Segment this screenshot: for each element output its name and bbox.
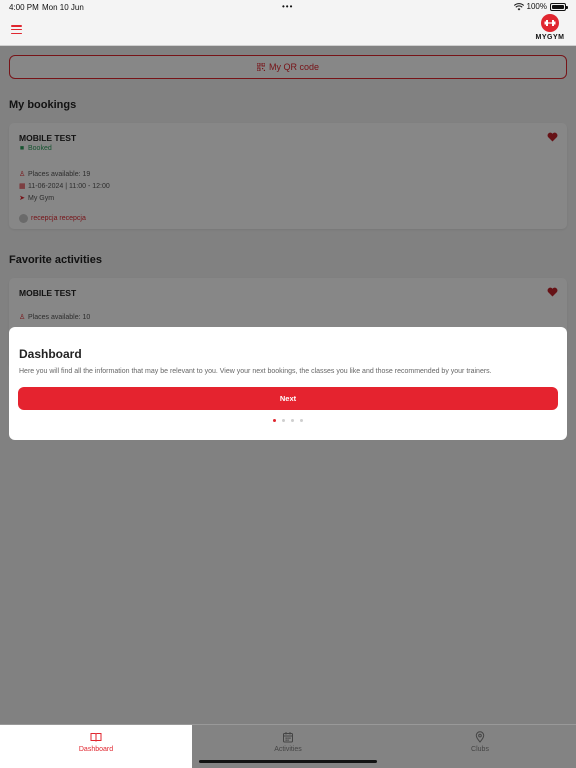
tab-activities-label: Activities: [274, 746, 302, 753]
tutorial-description: Here you will find all the information t…: [19, 368, 492, 375]
status-date: Mon 10 Jun: [42, 3, 84, 12]
pager-dot: [291, 419, 294, 422]
calendar-icon: [283, 732, 293, 743]
app-header: MYGYM: [0, 14, 576, 46]
status-bar: 4:00 PM Mon 10 Jun ••• 100%: [0, 0, 576, 14]
status-time: 4:00 PM: [9, 3, 39, 12]
app-logo: MYGYM: [534, 14, 566, 41]
multitasking-dots-icon[interactable]: •••: [282, 2, 293, 11]
tab-dashboard[interactable]: Dashboard: [0, 725, 192, 768]
wifi-icon: [513, 2, 524, 10]
pager-dot-active: [273, 419, 276, 422]
tutorial-dialog: Dashboard Here you will find all the inf…: [9, 327, 567, 440]
location-pin-icon: [475, 731, 485, 743]
tutorial-title: Dashboard: [19, 347, 82, 361]
battery-percentage: 100%: [526, 2, 547, 11]
tab-dashboard-label: Dashboard: [78, 746, 114, 753]
tab-clubs-label: Clubs: [471, 746, 489, 753]
logo-text: MYGYM: [535, 34, 565, 41]
dumbbell-icon: [541, 14, 559, 32]
home-indicator[interactable]: [199, 760, 377, 763]
tab-clubs[interactable]: Clubs: [384, 725, 576, 768]
next-button[interactable]: Next: [18, 387, 558, 410]
battery-icon: [550, 2, 568, 11]
book-open-icon: [90, 733, 102, 742]
menu-icon[interactable]: [11, 25, 22, 35]
pager-dot: [300, 419, 303, 422]
pager-dot: [282, 419, 285, 422]
tutorial-pager: [9, 419, 567, 422]
